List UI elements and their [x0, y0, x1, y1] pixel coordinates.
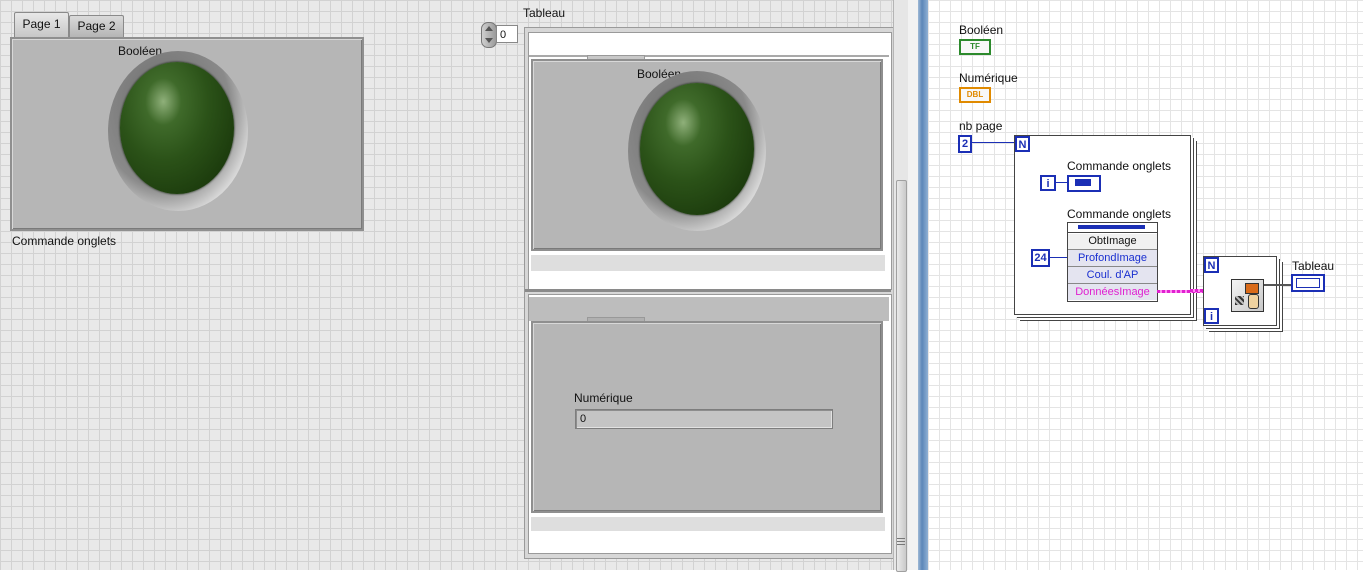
pane-splitter[interactable]: [918, 0, 928, 570]
image2-numeric-label: Numérique: [574, 391, 633, 405]
for-loop-2[interactable]: N i: [1203, 256, 1294, 326]
pane-gap: [908, 0, 918, 570]
hand-icon: [1248, 294, 1259, 309]
array-element-2: Numérique 0: [528, 294, 892, 554]
bd-nbpage-constant[interactable]: 2: [958, 135, 972, 153]
array-divider: [525, 289, 891, 292]
method-row: ObtImage: [1068, 234, 1157, 250]
loop1-index-i-a: i: [1040, 175, 1056, 191]
image2-numeric-field: 0: [575, 409, 833, 429]
scroll-grip-icon: [897, 538, 905, 545]
image2-panel: Numérique 0: [531, 321, 883, 513]
bd-nbpage-label: nb page: [959, 119, 1003, 133]
array-element-1: Booléen: [528, 32, 892, 290]
bd-array-label: Tableau: [1292, 259, 1335, 273]
wire-i-to-tabctrl: [1056, 182, 1067, 183]
vertical-scrollbar[interactable]: [893, 0, 908, 572]
scrollbar-thumb[interactable]: [896, 180, 907, 572]
bd-numeric-label: Numérique: [959, 71, 1018, 85]
bd-numeric-terminal[interactable]: DBL: [959, 87, 991, 103]
tab-strip-line: [529, 55, 889, 57]
spinner-down-icon[interactable]: [485, 38, 493, 43]
tab-strip: [529, 297, 889, 321]
enum-arrows-icon: [1075, 179, 1091, 186]
image-to-picture-vi-icon[interactable]: [1231, 279, 1264, 312]
bd-boolean-label: Booléen: [959, 23, 1004, 37]
wire-nbpage-to-n: [972, 142, 1016, 143]
checker-icon: [1235, 296, 1244, 305]
array-frame: Booléen Numérique 0: [524, 27, 894, 559]
property-node-label: Commande onglets: [1067, 207, 1172, 221]
picture-terminal-icon: [1296, 278, 1320, 288]
loop1-tabctrl-label: Commande onglets: [1067, 159, 1172, 173]
image1-led: [640, 83, 754, 215]
image2-footer: [531, 517, 885, 531]
spinner-up-icon[interactable]: [485, 26, 493, 31]
wire-picture-out: [1264, 284, 1294, 286]
image1-panel: Booléen: [531, 59, 883, 251]
for-loop-1[interactable]: N Commande onglets i Commande onglets Ob…: [1014, 135, 1205, 315]
image1-footer: [531, 255, 885, 271]
index-input[interactable]: 0: [496, 25, 518, 43]
property-item-0[interactable]: ProfondImage: [1068, 250, 1157, 267]
property-item-1[interactable]: Coul. d'AP: [1068, 267, 1157, 284]
tab-control-caption: Commande onglets: [12, 234, 117, 248]
picture-icon: [1245, 283, 1259, 294]
loop1-count-terminal: N: [1015, 136, 1030, 152]
property-node-header: [1068, 223, 1157, 233]
tab-page-1[interactable]: Page 1: [14, 12, 69, 39]
property-item-2[interactable]: DonnéesImage: [1068, 284, 1157, 300]
bd-tabctrl-terminal[interactable]: [1067, 175, 1101, 192]
front-panel: Page 1 Page 2 Booléen Commande onglets 0…: [0, 0, 894, 570]
property-node[interactable]: ObtImage ProfondImage Coul. d'AP Données…: [1067, 222, 1158, 302]
boolean-led[interactable]: [120, 62, 234, 194]
loop2-count-terminal: N: [1204, 257, 1219, 273]
tab-page-2[interactable]: Page 2: [69, 15, 124, 38]
array-label: Tableau: [523, 6, 566, 20]
index-spinner[interactable]: [481, 22, 497, 48]
bd-array-terminal[interactable]: [1291, 274, 1325, 292]
loop2-index-i: i: [1204, 308, 1219, 324]
ref-bar-icon: [1078, 225, 1145, 229]
block-diagram: Booléen TF Numérique DBL nb page 2 N Com…: [928, 0, 1363, 570]
tab-control-panel: Booléen: [10, 37, 364, 231]
bd-boolean-terminal[interactable]: TF: [959, 39, 991, 55]
wire-depth: [1050, 257, 1067, 258]
depth-constant[interactable]: 24: [1031, 249, 1050, 267]
